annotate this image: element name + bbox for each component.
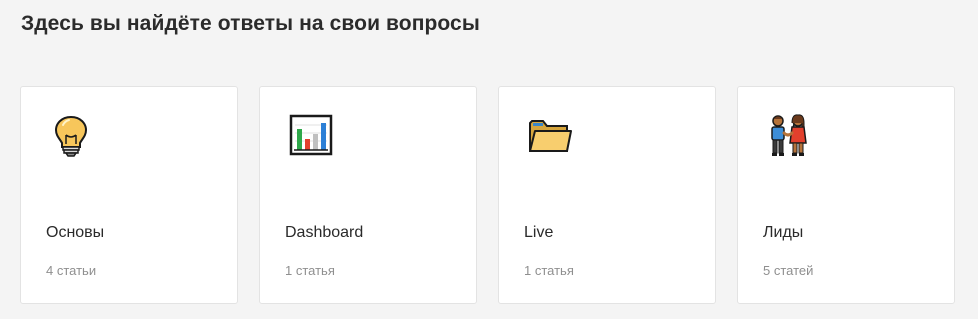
category-card-basics[interactable]: Основы 4 статьи: [20, 86, 238, 304]
category-card-dashboard[interactable]: Dashboard 1 статья: [259, 86, 477, 304]
page-title: Здесь вы найдёте ответы на свои вопросы: [21, 12, 480, 35]
folder-icon: [525, 111, 573, 159]
people-holding-hands-icon: [764, 111, 812, 159]
category-card-live[interactable]: Live 1 статья: [498, 86, 716, 304]
category-title: Основы: [46, 224, 105, 241]
category-title: Dashboard: [285, 224, 364, 241]
category-title: Лиды: [763, 224, 804, 241]
article-count: 4 статьи: [46, 263, 97, 278]
category-card-leads[interactable]: Лиды 5 статей: [737, 86, 955, 304]
article-count: 5 статей: [763, 263, 814, 278]
category-title: Live: [524, 224, 554, 241]
article-count: 1 статья: [524, 263, 574, 278]
category-cards: Основы 4 статьи Dashboard 1 статья Live …: [20, 86, 955, 304]
lightbulb-icon: [47, 111, 95, 159]
article-count: 1 статья: [285, 263, 335, 278]
bar-chart-icon: [286, 111, 334, 159]
